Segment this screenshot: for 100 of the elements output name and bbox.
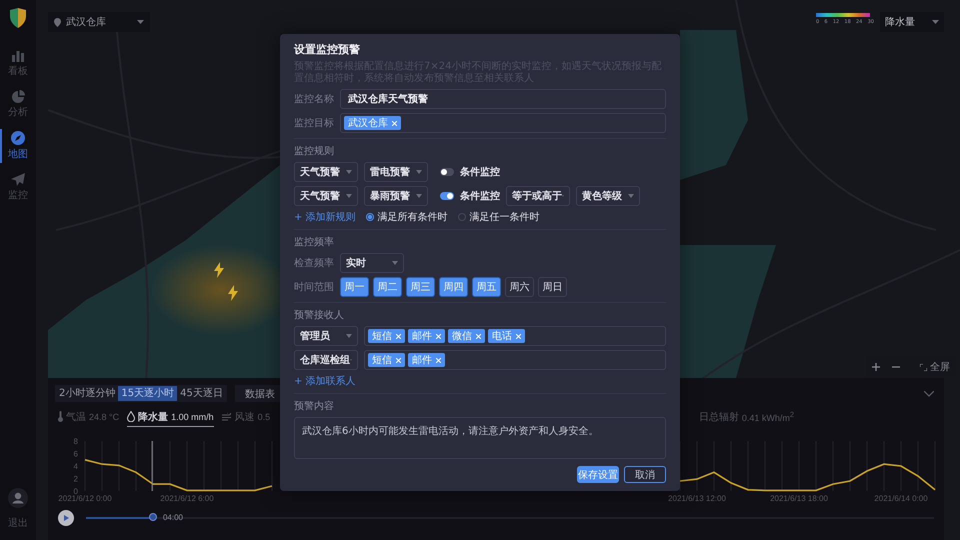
lightning-icon[interactable]	[228, 285, 238, 301]
section-heading: 监控规则	[294, 145, 335, 158]
tag-input-field[interactable]: 武汉仓库	[340, 113, 666, 133]
y-tick-label: 2	[74, 474, 78, 484]
metric-tab[interactable]: 降水量 1.00 mm/h	[127, 410, 214, 426]
close-icon[interactable]	[392, 120, 397, 126]
close-icon[interactable]	[436, 334, 441, 338]
metric-tab[interactable]: 气温 24.8 °C	[58, 410, 120, 426]
caret-icon	[932, 20, 939, 24]
close-icon[interactable]	[436, 358, 441, 362]
select-field[interactable]: 等于或高于	[506, 186, 570, 206]
add-contact-link[interactable]: + 添加联系人	[294, 374, 356, 388]
x-tick-label: 2021/6/13 18:00	[770, 494, 828, 503]
fullscreen-button[interactable]: 全屏	[920, 360, 950, 374]
caret-icon	[137, 20, 144, 24]
tag-chip[interactable]: 短信	[368, 353, 405, 367]
tag-chip[interactable]: 邮件	[408, 353, 445, 367]
select-field[interactable]: 天气预警	[294, 162, 358, 182]
day-toggle-button[interactable]: 周二	[373, 277, 402, 297]
tag-input-field[interactable]: 短信 邮件 微信 电话	[364, 326, 666, 346]
y-tick-label: 0	[74, 487, 78, 496]
radio-option[interactable]: 满足所有条件时	[366, 210, 448, 224]
pie-chart-icon	[12, 90, 24, 103]
tag-label: 短信	[372, 330, 392, 343]
section-heading: 预警接收人	[294, 308, 345, 322]
tab[interactable]: 2小时逐分钟	[56, 386, 118, 401]
toggle-switch[interactable]	[440, 168, 454, 176]
tab[interactable]: 45天逐日	[177, 386, 226, 401]
caret-icon	[346, 334, 352, 338]
select-field[interactable]: 黄色等级	[576, 186, 640, 206]
layer-select[interactable]: 降水量	[880, 12, 944, 32]
x-tick-label: 2021/6/13 12:00	[668, 494, 726, 503]
wind-icon	[222, 412, 232, 420]
toggle-switch[interactable]	[440, 192, 454, 200]
thermometer-icon	[58, 411, 63, 422]
y-tick-label: 6	[74, 450, 78, 458]
day-toggle-button[interactable]: 周日	[538, 277, 567, 297]
location-select[interactable]: 武汉仓库	[48, 12, 150, 32]
message-field[interactable]: 武汉仓库6小时内可能发生雷电活动，请注意户外资产和人身安全。	[294, 417, 666, 459]
caret-icon	[416, 194, 422, 198]
caret-icon	[628, 194, 634, 198]
field-label: 监控目标	[294, 116, 334, 130]
tag-input-field[interactable]: 短信 邮件	[364, 350, 666, 370]
toggle-label: 条件监控	[460, 166, 500, 179]
select-field[interactable]: 管理员	[294, 326, 358, 346]
metric-tab[interactable]: 日总辐射 0.41 kWh/m$^{2}$	[698, 410, 794, 426]
input-field[interactable]: 武汉仓库天气预警	[340, 89, 666, 109]
zoom-in-icon[interactable]	[872, 363, 880, 371]
water-drop-icon	[127, 411, 136, 422]
select-field[interactable]: 暴雨预警	[364, 186, 428, 206]
color-scale-bar	[816, 13, 870, 17]
slider-thumb[interactable]	[148, 513, 157, 521]
close-icon[interactable]	[396, 358, 401, 362]
add-rule-link[interactable]: + 添加新规则	[294, 210, 356, 224]
save-button[interactable]: 保存设置	[577, 466, 619, 483]
tag-chip[interactable]: 电话	[488, 329, 525, 343]
tag-chip[interactable]: 武汉仓库	[344, 116, 401, 130]
chevron-down-icon[interactable]	[924, 390, 934, 396]
logout-link[interactable]: 退出	[8, 516, 28, 530]
tag-label: 短信	[372, 354, 392, 367]
day-toggle-button[interactable]: 周三	[406, 277, 435, 297]
close-icon[interactable]	[476, 334, 481, 338]
compass-icon	[11, 131, 25, 145]
day-toggle-button[interactable]: 周五	[472, 277, 501, 297]
tag-label: 微信	[452, 330, 472, 343]
lightning-icon[interactable]	[214, 262, 224, 278]
nav-item[interactable]: 看板	[0, 48, 36, 80]
field-label: 检查频率	[294, 256, 334, 270]
day-toggle-button[interactable]: 周一	[340, 277, 369, 297]
toggle-label: 条件监控	[460, 190, 500, 203]
tag-chip[interactable]: 短信	[368, 329, 405, 343]
nav-item[interactable]: 分析	[0, 88, 36, 121]
play-button-icon[interactable]	[58, 510, 74, 526]
paper-plane-icon	[11, 173, 25, 186]
x-tick-label: 2021/6/14 0:00	[874, 494, 928, 503]
x-tick-label: 2021/6/12 6:00	[160, 494, 214, 503]
x-tick-label: 2021/6/12 0:00	[58, 494, 112, 503]
nav-item[interactable]: 地图	[0, 129, 36, 163]
nav-item[interactable]: 监控	[0, 171, 36, 204]
close-icon[interactable]	[396, 334, 401, 338]
day-toggle-button[interactable]: 周六	[505, 277, 534, 297]
select-field[interactable]: 天气预警	[294, 186, 358, 206]
tag-label: 邮件	[412, 354, 432, 367]
metric-tab[interactable]: 风速 0.5	[222, 410, 270, 426]
radio-option[interactable]: 满足任一条件时	[458, 210, 540, 224]
tab[interactable]: 15天逐小时	[118, 386, 178, 401]
tag-chip[interactable]: 邮件	[408, 329, 445, 343]
cancel-button[interactable]: 取消	[624, 466, 666, 483]
tag-chip[interactable]: 微信	[448, 329, 485, 343]
y-tick-label: 4	[74, 462, 78, 471]
caret-icon	[416, 170, 422, 174]
close-icon[interactable]	[516, 334, 521, 338]
caret-icon	[392, 261, 398, 265]
timeline-slider[interactable]: 04:00	[86, 512, 934, 524]
select-field[interactable]: 雷电预警	[364, 162, 428, 182]
select-field[interactable]: 实时	[340, 253, 404, 273]
day-toggle-button[interactable]: 周四	[439, 277, 468, 297]
avatar-icon[interactable]	[8, 488, 28, 508]
select-field[interactable]: 仓库巡检组	[294, 350, 358, 370]
section-heading: 预警内容	[294, 400, 335, 413]
